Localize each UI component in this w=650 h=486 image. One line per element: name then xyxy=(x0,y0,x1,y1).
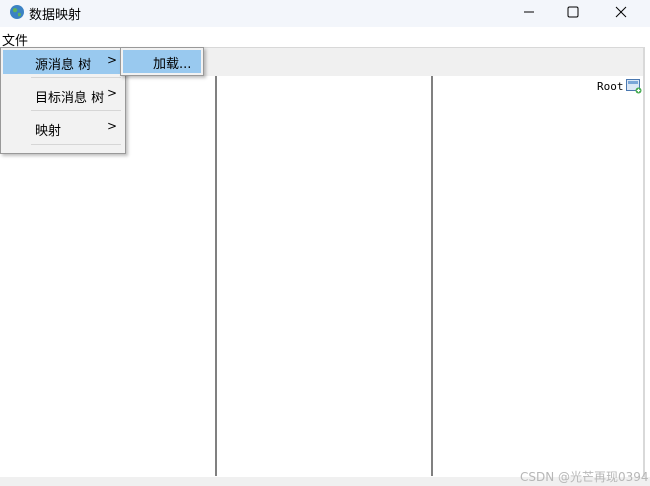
menu-item-label: 映射 xyxy=(35,124,62,139)
window-title: 数据映射 xyxy=(29,8,82,23)
minimize-button[interactable] xyxy=(505,0,553,24)
window-right-edge xyxy=(643,47,645,477)
file-dropdown-menu: 源消息 树 > 目标消息 树 > 映射 > xyxy=(0,47,126,154)
chevron-right-icon: > xyxy=(106,119,117,133)
pane-splitter-right[interactable] xyxy=(431,76,433,476)
menu-separator xyxy=(31,77,121,78)
watermark: CSDN @光芒再现0394 xyxy=(520,470,649,484)
menu-item-label: 目标消息 树 xyxy=(35,91,105,106)
pane-splitter-left[interactable] xyxy=(215,76,217,476)
root-node-label[interactable]: Root xyxy=(597,80,624,93)
menu-item-label: 加载... xyxy=(153,57,192,72)
chevron-right-icon: > xyxy=(106,86,117,100)
globe-icon xyxy=(10,5,24,19)
close-button[interactable] xyxy=(597,0,645,24)
menu-item-load[interactable]: 加载... xyxy=(123,50,201,73)
title-bar: 数据映射 xyxy=(0,0,650,27)
minimize-icon xyxy=(524,11,534,13)
chevron-right-icon: > xyxy=(106,53,117,67)
close-icon xyxy=(615,6,627,18)
menu-bar: 文件 xyxy=(0,27,650,49)
maximize-icon xyxy=(567,6,579,18)
tree-node-icon[interactable] xyxy=(626,79,642,94)
menu-item-mapping[interactable]: 映射 > xyxy=(3,116,123,140)
menu-item-source-tree[interactable]: 源消息 树 > xyxy=(3,50,123,74)
menu-item-target-tree[interactable]: 目标消息 树 > xyxy=(3,83,123,107)
menu-item-label: 源消息 树 xyxy=(35,58,92,73)
maximize-button[interactable] xyxy=(549,0,597,24)
source-tree-submenu: 加载... xyxy=(120,47,204,76)
menu-separator xyxy=(31,144,121,145)
menu-separator xyxy=(31,110,121,111)
